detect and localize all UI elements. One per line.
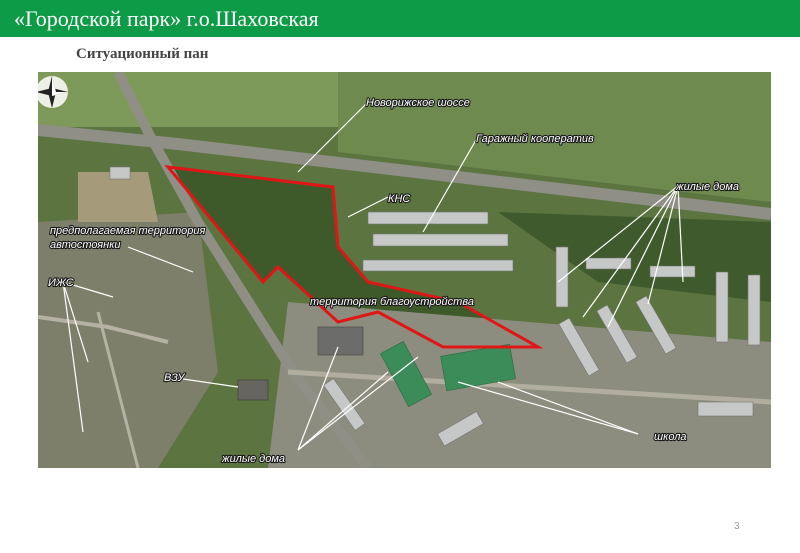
label-kns: КНС (388, 193, 410, 205)
vzu-building (237, 379, 269, 401)
header-bar: «Городской парк» г.о.Шаховская (0, 0, 800, 37)
yard-patch (78, 172, 158, 222)
situation-map: Новорижское шоссе Гаражный кооператив КН… (38, 72, 771, 468)
label-izhs: ИЖС (48, 277, 74, 289)
label-parking-line2: автостоянки (50, 239, 121, 251)
label-highway: Новорижское шоссе (366, 97, 470, 109)
section-subtitle: Ситуационный пан (76, 46, 209, 62)
label-residential-right: жилые дома (675, 181, 739, 193)
page-title: «Городской парк» г.о.Шаховская (14, 6, 319, 31)
label-residential-bottom: жилые дома (221, 453, 285, 465)
label-improvement: территория благоустройства (310, 296, 474, 308)
dark-building (317, 326, 364, 356)
label-vzu: ВЗУ (164, 372, 185, 384)
page-number: 3 (734, 521, 740, 532)
label-garage: Гаражный кооператив (476, 133, 594, 145)
label-school: школа (654, 431, 687, 443)
label-parking-line1: предполагаемая территория (50, 225, 206, 237)
